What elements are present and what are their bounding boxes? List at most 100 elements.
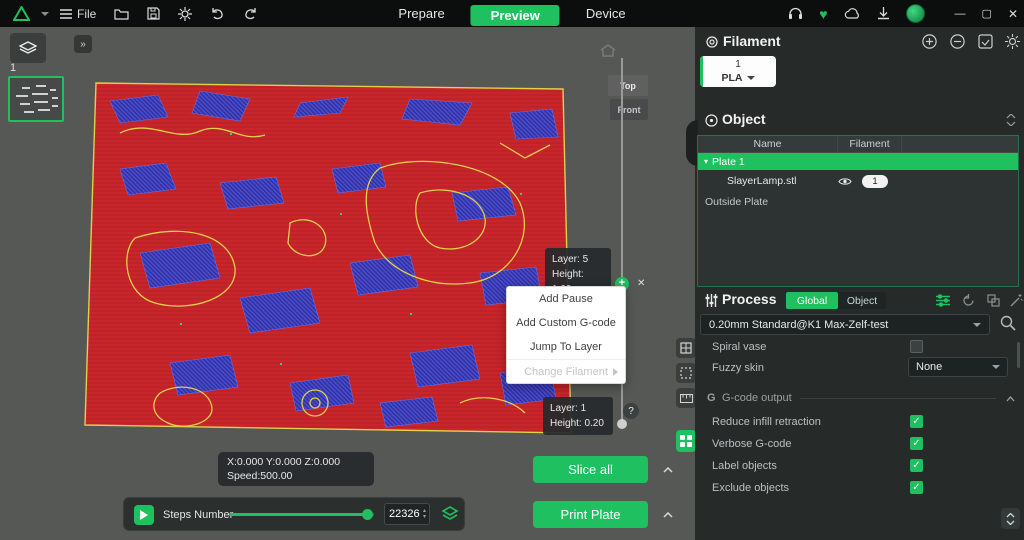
preview-options-button[interactable] bbox=[676, 430, 696, 452]
remove-filament-icon[interactable] bbox=[950, 34, 965, 49]
section-view-icon[interactable] bbox=[676, 363, 696, 383]
filament-slot-card[interactable]: 1 PLA bbox=[700, 56, 776, 87]
table-row-slayerlamp[interactable]: SlayerLamp.stl 1 bbox=[698, 170, 1018, 192]
favorites-heart-icon[interactable]: ♥ bbox=[819, 7, 827, 21]
assembly-view-icon[interactable] bbox=[676, 338, 696, 358]
layer-context-menu: Add Pause Add Custom G-code Jump To Laye… bbox=[506, 286, 626, 384]
process-preset-select[interactable]: 0.20mm Standard@K1 Max-Zelf-test bbox=[700, 314, 990, 335]
tune-params-icon[interactable] bbox=[936, 294, 950, 307]
user-avatar[interactable] bbox=[906, 4, 925, 23]
cloud-icon[interactable] bbox=[844, 8, 861, 20]
menu-item-add-custom-gcode[interactable]: Add Custom G-code bbox=[507, 311, 625, 335]
redo-icon[interactable] bbox=[236, 0, 265, 27]
steps-slider-track[interactable] bbox=[229, 513, 374, 516]
menu-item-change-filament-label: Change Filament bbox=[524, 366, 608, 378]
check-icon: ✓ bbox=[912, 438, 920, 449]
settings-gear-icon[interactable] bbox=[171, 0, 199, 27]
compare-params-icon[interactable] bbox=[987, 294, 1000, 307]
close-window-icon[interactable]: ✕ bbox=[1008, 7, 1018, 21]
position-tooltip: X:0.000 Y:0.000 Z:0.000 Speed:500.00 bbox=[218, 452, 374, 486]
scope-tab-global[interactable]: Global bbox=[786, 292, 838, 309]
search-settings-icon[interactable] bbox=[1000, 315, 1016, 331]
measure-tool-icon[interactable] bbox=[676, 388, 696, 408]
file-menu[interactable]: File bbox=[53, 0, 103, 27]
menu-item-jump-to-layer[interactable]: Jump To Layer bbox=[507, 335, 625, 359]
support-headset-icon[interactable] bbox=[788, 7, 803, 20]
menu-item-add-pause[interactable]: Add Pause bbox=[507, 287, 625, 311]
exclude-objects-checkbox[interactable]: ✓ bbox=[910, 481, 923, 494]
reset-params-icon[interactable] bbox=[962, 294, 975, 307]
plate-list-toggle[interactable] bbox=[10, 33, 46, 63]
menu-item-change-filament[interactable]: Change Filament bbox=[507, 359, 625, 383]
setting-fuzzy-skin-label: Fuzzy skin bbox=[712, 362, 764, 374]
download-icon[interactable] bbox=[877, 7, 890, 20]
steps-slider-handle[interactable] bbox=[362, 509, 373, 520]
tab-preview[interactable]: Preview bbox=[471, 5, 560, 26]
spinner-down-icon[interactable]: ▾ bbox=[423, 514, 426, 520]
slice-options-chevron[interactable] bbox=[659, 461, 676, 478]
undo-icon[interactable] bbox=[203, 0, 232, 27]
wizard-wand-icon[interactable] bbox=[1010, 294, 1023, 307]
plate1-label: Plate 1 bbox=[712, 156, 745, 168]
plate-thumbnail[interactable] bbox=[8, 76, 64, 122]
preset-caret-icon bbox=[973, 323, 981, 327]
setting-exclude-objects-label: Exclude objects bbox=[712, 482, 789, 494]
steps-layers-icon[interactable] bbox=[441, 505, 459, 523]
maximize-window-icon[interactable]: ▢ bbox=[982, 7, 992, 20]
app-logo-icon[interactable] bbox=[6, 0, 37, 27]
filament-settings-gear-icon[interactable] bbox=[1005, 34, 1020, 49]
layer-tooltip-top-line1: Layer: 5 bbox=[552, 252, 604, 267]
app-window: File Prepare Preview Device bbox=[0, 0, 1024, 540]
table-row-outside-plate[interactable]: Outside Plate bbox=[698, 192, 1018, 212]
reduce-infill-retraction-checkbox[interactable]: ✓ bbox=[910, 415, 923, 428]
object-sort-icon[interactable] bbox=[1006, 114, 1016, 126]
table-row-plate1[interactable]: ▾ Plate 1 bbox=[698, 153, 1018, 170]
play-button[interactable] bbox=[134, 505, 154, 525]
label-objects-checkbox[interactable]: ✓ bbox=[910, 459, 923, 472]
sliced-model-preview[interactable] bbox=[80, 73, 580, 451]
flush-options-icon[interactable] bbox=[978, 34, 993, 49]
verbose-gcode-checkbox[interactable]: ✓ bbox=[910, 437, 923, 450]
setting-label-objects-label: Label objects bbox=[712, 460, 777, 472]
plate-expand-caret-icon[interactable]: ▾ bbox=[698, 157, 712, 166]
view-top-button[interactable]: Top bbox=[608, 75, 648, 96]
filament-material-label: PLA bbox=[722, 72, 743, 84]
layer-tooltip-bottom-line2: Height: 0.20 bbox=[550, 416, 606, 431]
help-icon: ? bbox=[628, 406, 634, 417]
settings-scrollbar-thumb[interactable] bbox=[1017, 342, 1020, 368]
check-icon: ✓ bbox=[912, 482, 920, 493]
layer-slider-bottom-handle[interactable] bbox=[617, 419, 627, 429]
group-collapse-chevron[interactable] bbox=[1002, 390, 1019, 407]
object-section-icon bbox=[705, 114, 718, 127]
scope-tab-object[interactable]: Object bbox=[838, 292, 886, 309]
spiral-vase-checkbox[interactable] bbox=[910, 340, 923, 353]
object-section-title: Object bbox=[722, 111, 766, 127]
panel-expand-button[interactable] bbox=[1001, 508, 1020, 529]
minimize-window-icon[interactable]: — bbox=[955, 8, 966, 20]
position-line1: X:0.000 Y:0.000 Z:0.000 bbox=[227, 455, 365, 469]
layer-tooltip-bottom-line1: Layer: 1 bbox=[550, 401, 606, 416]
slice-all-button[interactable]: Slice all bbox=[533, 456, 648, 483]
process-section-icon bbox=[705, 294, 718, 307]
setting-spiral-vase-label: Spiral vase bbox=[712, 341, 766, 353]
process-scope-toggle: Global Object bbox=[786, 292, 886, 309]
help-button[interactable]: ? bbox=[623, 403, 639, 419]
open-file-icon[interactable] bbox=[107, 0, 136, 27]
filament-number-badge[interactable]: 1 bbox=[862, 175, 888, 188]
expand-panel-button[interactable]: » bbox=[74, 35, 92, 53]
logo-caret-icon[interactable] bbox=[41, 12, 49, 16]
view-front-button[interactable]: Front bbox=[610, 99, 648, 120]
save-icon[interactable] bbox=[140, 0, 167, 27]
add-filament-icon[interactable] bbox=[922, 34, 937, 49]
print-options-chevron[interactable] bbox=[659, 506, 676, 523]
tab-prepare[interactable]: Prepare bbox=[386, 0, 456, 27]
remove-marker-icon[interactable]: ✕ bbox=[637, 278, 645, 289]
tab-device[interactable]: Device bbox=[574, 0, 638, 27]
steps-value-box[interactable]: 22326 ▴ ▾ bbox=[384, 503, 430, 525]
fuzzy-skin-select[interactable]: None bbox=[908, 357, 1008, 377]
print-plate-button[interactable]: Print Plate bbox=[533, 501, 648, 528]
visibility-eye-icon[interactable] bbox=[838, 177, 852, 186]
preset-name: 0.20mm Standard@K1 Max-Zelf-test bbox=[709, 319, 973, 331]
home-view-icon[interactable] bbox=[600, 44, 616, 57]
filament-slot-number: 1 bbox=[700, 56, 776, 72]
